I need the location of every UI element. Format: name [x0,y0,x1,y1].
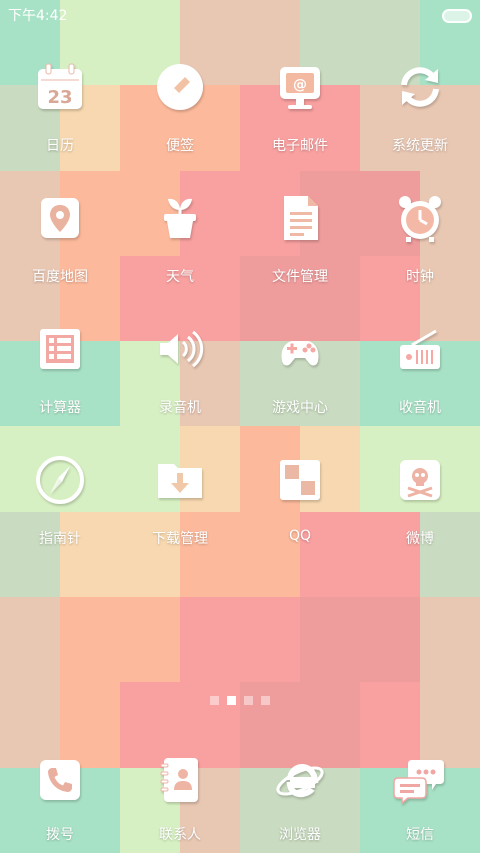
app-label: 百度地图 [32,269,88,285]
wallpaper-tile [360,597,420,683]
wallpaper-tile [180,597,240,683]
app-label: 短信 [406,827,434,843]
phone-icon [30,750,90,810]
app-compass[interactable]: 指南针 [0,448,120,579]
app-dialer[interactable]: 拨号 [0,748,120,844]
page-dot[interactable] [261,696,270,705]
wallpaper-tile [240,597,300,683]
alarm-clock-icon [390,188,450,248]
home-screen: 下午4:42 23 日历 便签 @ 电子邮件 系统更新 百度地图 天气 文件管理… [0,0,480,853]
app-qq[interactable]: QQ [240,448,360,579]
app-row: 计算器 录音机 游戏中心 收音机 [0,317,480,448]
battery-icon [442,9,472,23]
skull-crossbones-icon [390,450,450,510]
app-label: 便签 [166,138,194,154]
app-label: 系统更新 [392,138,448,154]
app-label: QQ [288,528,312,544]
email-at: @ [293,77,307,93]
app-file-manager[interactable]: 文件管理 [240,186,360,317]
document-icon [270,188,330,248]
app-label: 游戏中心 [272,400,328,416]
page-dot[interactable] [210,696,219,705]
download-folder-icon [150,450,210,510]
app-contacts[interactable]: 联系人 [120,748,240,844]
app-label: 联系人 [159,827,201,843]
gamepad-icon [270,319,330,379]
app-calculator[interactable]: 计算器 [0,317,120,448]
app-label: 拨号 [46,827,74,843]
app-label: 指南针 [39,531,81,547]
calendar-icon: 23 [30,57,90,117]
app-game-center[interactable]: 游戏中心 [240,317,360,448]
chat-bubbles-icon [390,750,450,810]
app-label: 电子邮件 [272,138,328,154]
page-indicator[interactable] [0,696,480,705]
note-pen-icon [150,57,210,117]
status-bar: 下午4:42 [0,0,480,28]
app-radio[interactable]: 收音机 [360,317,480,448]
qq-squares-icon [270,450,330,510]
app-label: 浏览器 [279,827,321,843]
app-row: 23 日历 便签 @ 电子邮件 系统更新 [0,55,480,186]
app-calendar[interactable]: 23 日历 [0,55,120,186]
wallpaper-tile [120,597,180,683]
app-notes[interactable]: 便签 [120,55,240,186]
compass-icon [30,450,90,510]
app-label: 天气 [166,269,194,285]
sprout-pot-icon [150,188,210,248]
dock: 拨号 联系人 浏览器 短信 [0,748,480,844]
app-row: 指南针 下载管理 QQ 微博 [0,448,480,579]
map-pin-icon [30,188,90,248]
app-browser[interactable]: 浏览器 [240,748,360,844]
sync-arrows-icon [390,57,450,117]
app-label: 日历 [46,138,74,154]
app-weather[interactable]: 天气 [120,186,240,317]
status-time: 下午4:42 [8,8,68,24]
app-download-manager[interactable]: 下载管理 [120,448,240,579]
app-clock[interactable]: 时钟 [360,186,480,317]
app-label: 时钟 [406,269,434,285]
contacts-book-icon [150,750,210,810]
app-grid: 23 日历 便签 @ 电子邮件 系统更新 百度地图 天气 文件管理 时钟 计算器… [0,55,480,579]
app-recorder[interactable]: 录音机 [120,317,240,448]
speaker-icon [150,319,210,379]
app-system-update[interactable]: 系统更新 [360,55,480,186]
wallpaper-tile [60,597,120,683]
calendar-day: 23 [47,87,72,108]
wallpaper-tile [300,597,360,683]
app-row: 百度地图 天气 文件管理 时钟 [0,186,480,317]
app-label: 录音机 [159,400,201,416]
app-email[interactable]: @ 电子邮件 [240,55,360,186]
app-label: 收音机 [399,400,441,416]
app-baidu-map[interactable]: 百度地图 [0,186,120,317]
wallpaper-tile [420,597,480,683]
calculator-list-icon [30,319,90,379]
app-weibo[interactable]: 微博 [360,448,480,579]
app-label: 计算器 [39,400,81,416]
page-dot-active[interactable] [227,696,236,705]
email-monitor-icon: @ [270,57,330,117]
app-label: 下载管理 [152,531,208,547]
app-messages[interactable]: 短信 [360,748,480,844]
radio-icon [390,319,450,379]
app-label: 文件管理 [272,269,328,285]
wallpaper-tile [0,597,60,683]
browser-e-icon [270,750,330,810]
page-dot[interactable] [244,696,253,705]
app-label: 微博 [406,531,434,547]
